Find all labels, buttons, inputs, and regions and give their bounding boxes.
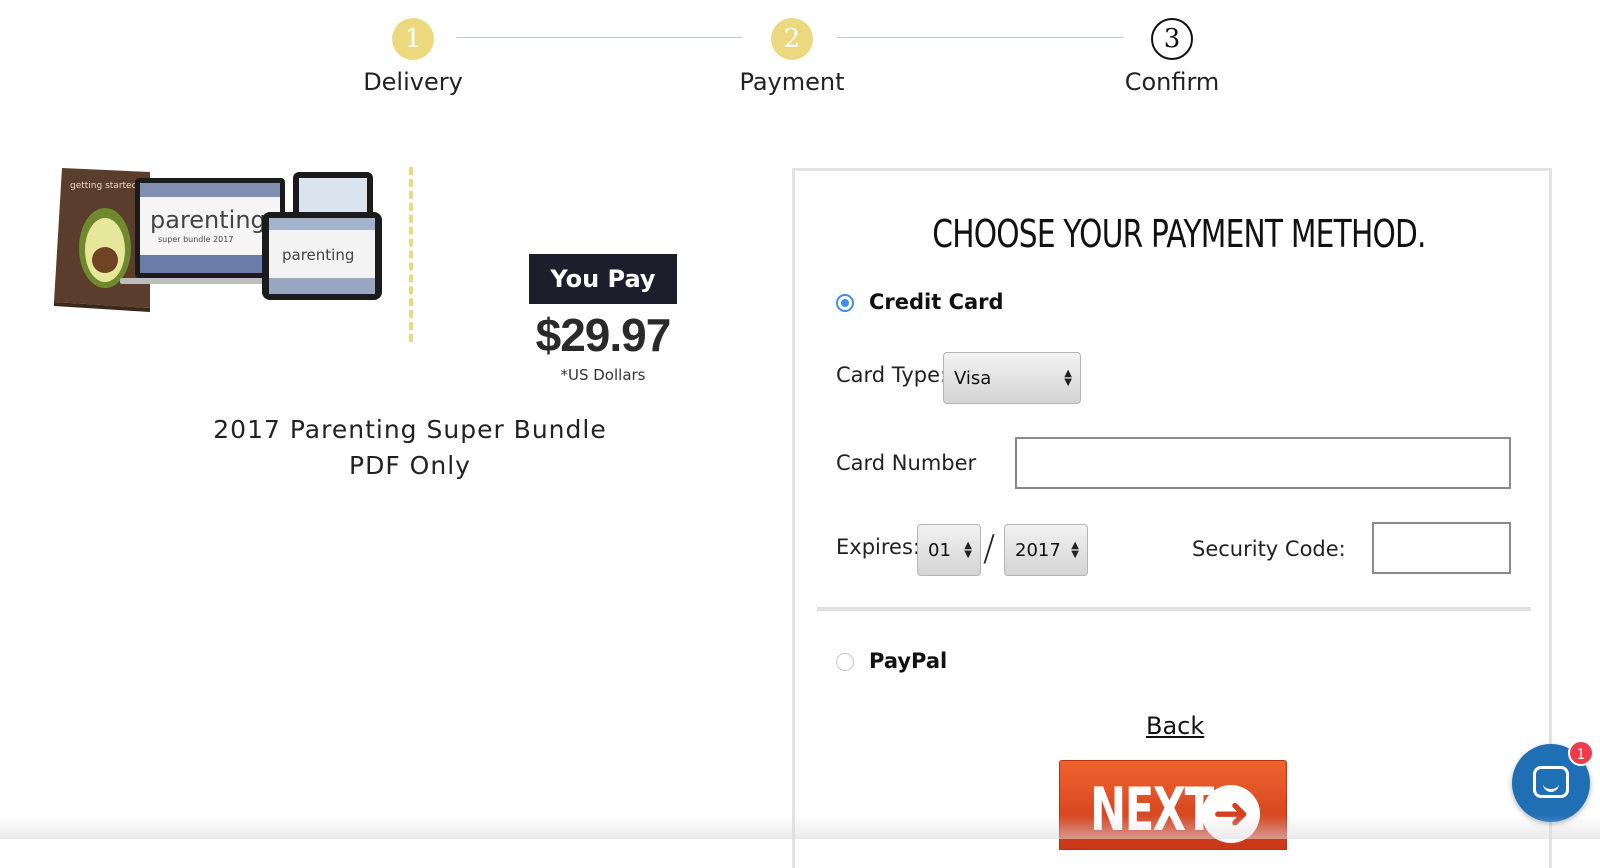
laptop-screen-title: parenting bbox=[150, 206, 266, 234]
step-number-1: 1 bbox=[392, 18, 434, 60]
card-type-select[interactable]: Visa ▲ ▼ bbox=[943, 352, 1081, 404]
bottom-fade bbox=[0, 815, 1600, 839]
step-payment: 2 Payment bbox=[692, 18, 892, 96]
expires-year-select[interactable]: 2017 ▲ ▼ bbox=[1004, 524, 1088, 576]
select-arrows-icon: ▲ ▼ bbox=[1071, 540, 1079, 560]
credit-card-radio[interactable] bbox=[836, 294, 854, 312]
book-title-text: getting started bbox=[70, 181, 137, 191]
product-name-line1: 2017 Parenting Super Bundle bbox=[213, 415, 607, 444]
expires-month-select[interactable]: 01 ▲ ▼ bbox=[917, 524, 981, 576]
security-code-input[interactable] bbox=[1372, 522, 1511, 574]
laptop-screen-subtitle: super bundle 2017 bbox=[158, 235, 233, 244]
tablet-device: parenting bbox=[262, 212, 382, 300]
step-delivery: 1 Delivery bbox=[313, 18, 513, 96]
product-name-line2: PDF Only bbox=[349, 451, 471, 480]
expires-label: Expires: bbox=[836, 535, 920, 559]
paypal-label[interactable]: PayPal bbox=[869, 649, 947, 673]
you-pay-badge: You Pay bbox=[529, 254, 677, 304]
section-separator bbox=[817, 607, 1531, 611]
expires-year-value: 2017 bbox=[1015, 539, 1061, 561]
card-number-input[interactable] bbox=[1015, 437, 1511, 489]
tablet-screen-title: parenting bbox=[282, 246, 354, 264]
chat-widget-button[interactable]: 1 bbox=[1512, 740, 1594, 822]
select-arrows-icon: ▲ ▼ bbox=[1064, 368, 1072, 388]
step-label-delivery: Delivery bbox=[363, 68, 463, 96]
step-number-2: 2 bbox=[771, 18, 813, 60]
select-arrows-icon: ▲ ▼ bbox=[964, 540, 972, 560]
chat-icon bbox=[1533, 766, 1569, 798]
back-link[interactable]: Back bbox=[1146, 712, 1204, 740]
notification-badge: 1 bbox=[1568, 740, 1594, 766]
dashed-divider bbox=[409, 167, 413, 342]
step-number-3: 3 bbox=[1151, 18, 1193, 60]
product-name: 2017 Parenting Super Bundle PDF Only bbox=[170, 412, 650, 484]
expires-month-value: 01 bbox=[928, 539, 951, 561]
product-bundle-image: getting started parenting super bundle 2… bbox=[54, 168, 382, 312]
price-amount: $29.97 bbox=[535, 309, 672, 361]
currency-note: *US Dollars bbox=[560, 366, 646, 384]
security-code-label: Security Code: bbox=[1192, 537, 1346, 561]
card-type-label: Card Type: bbox=[836, 363, 948, 387]
card-number-label: Card Number bbox=[836, 451, 977, 475]
payment-title: CHOOSE YOUR PAYMENT METHOD. bbox=[932, 212, 1426, 256]
credit-card-label[interactable]: Credit Card bbox=[869, 290, 1004, 314]
paypal-radio[interactable] bbox=[836, 653, 854, 671]
step-label-payment: Payment bbox=[739, 68, 845, 96]
step-confirm: 3 Confirm bbox=[1072, 18, 1272, 96]
card-type-value: Visa bbox=[954, 367, 992, 389]
step-label-confirm: Confirm bbox=[1124, 68, 1220, 96]
expires-separator: / bbox=[983, 528, 996, 569]
